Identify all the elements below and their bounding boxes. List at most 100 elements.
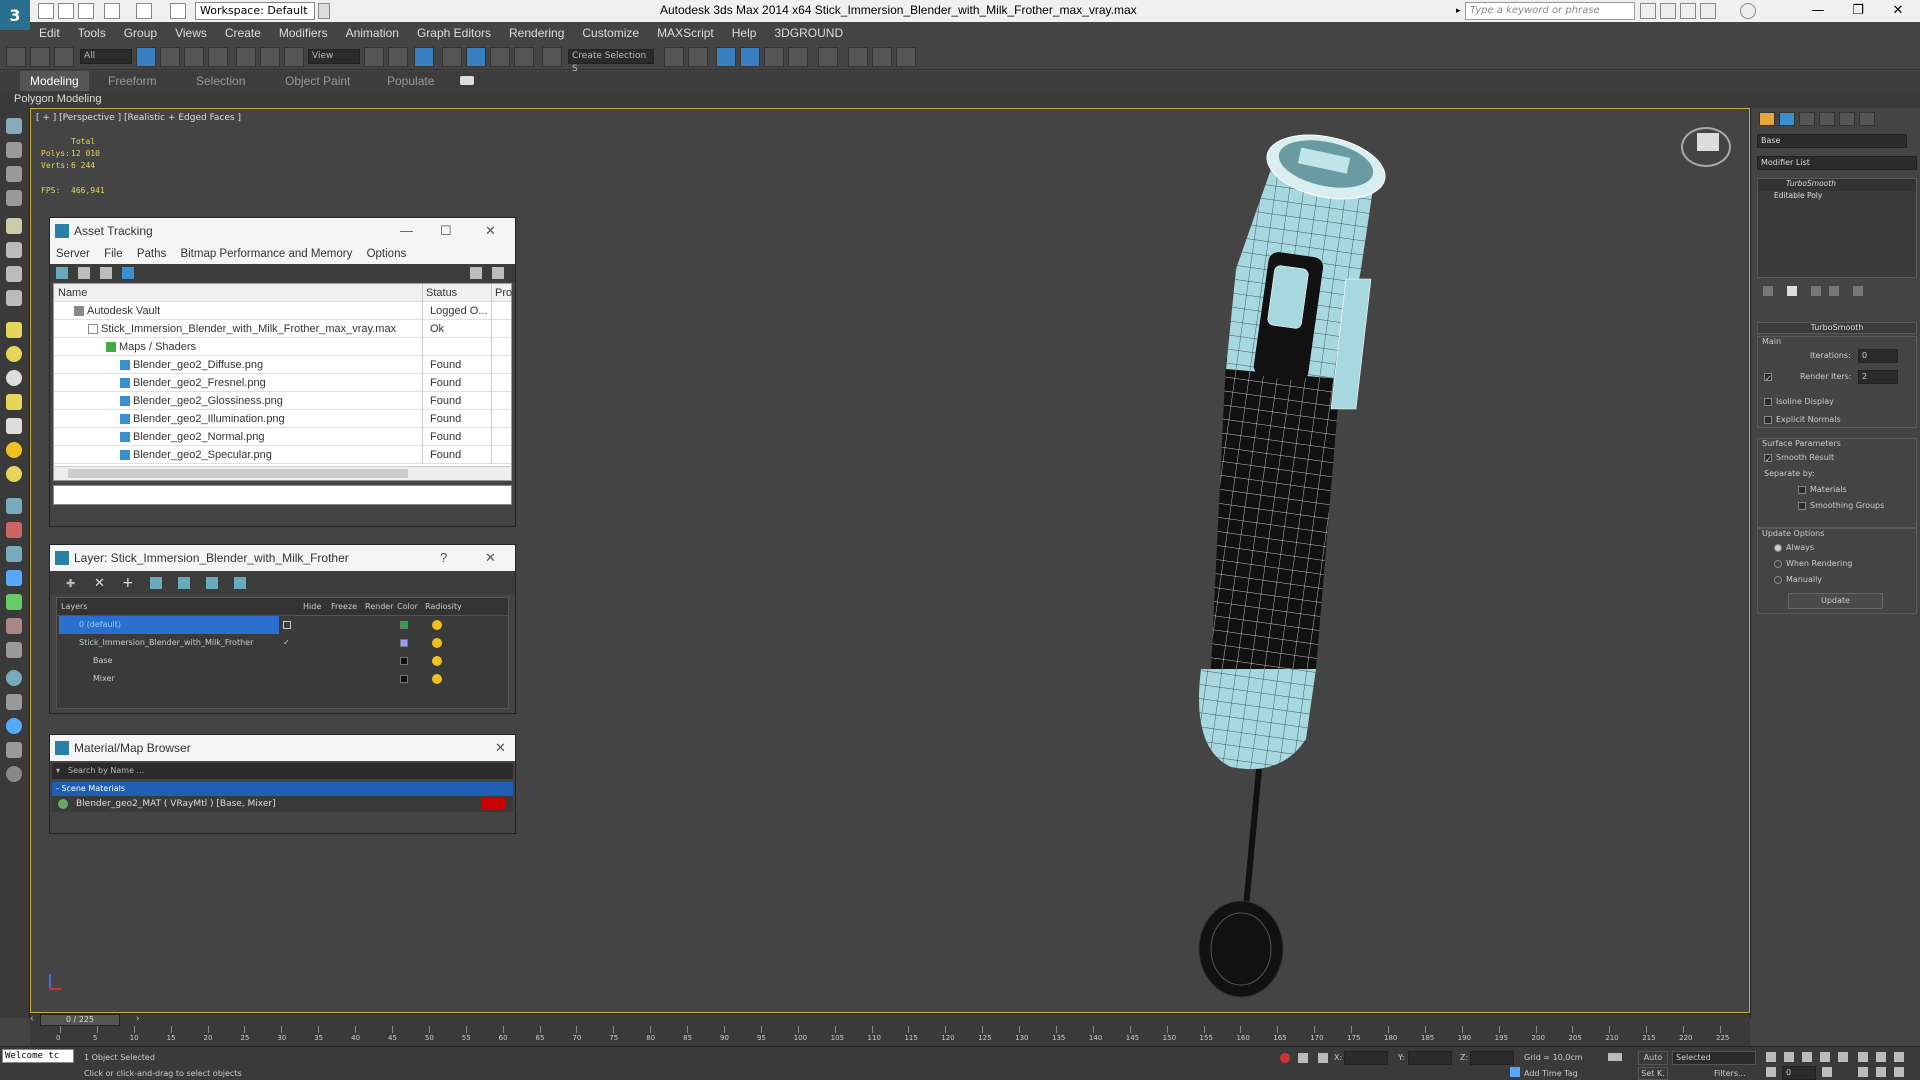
asset-menu-options[interactable]: Options	[367, 248, 407, 260]
app-menu-icon[interactable]: 3	[0, 0, 30, 30]
modify-tab-icon[interactable]	[1779, 112, 1795, 126]
asset-minimize-button[interactable]: —	[400, 218, 413, 244]
asset-menu-bitmap[interactable]: Bitmap Performance and Memory	[180, 248, 352, 260]
delete-layer-icon[interactable]: ✕	[94, 576, 105, 591]
percent-snap-icon[interactable]	[490, 47, 510, 67]
mirror-icon[interactable]	[664, 47, 684, 67]
key-mode-icon[interactable]	[1766, 1067, 1776, 1077]
minimize-button[interactable]: —	[1800, 2, 1836, 20]
lock-selection-icon[interactable]	[1298, 1053, 1308, 1063]
select-and-rotate-icon[interactable]	[260, 47, 280, 67]
list-item[interactable]: Base	[57, 652, 508, 670]
smooth-result-checkbox[interactable]: ✓ Smooth Result	[1764, 453, 1834, 464]
motion-tab-icon[interactable]	[1819, 112, 1835, 126]
ribbon-subpanel[interactable]: Polygon Modeling	[0, 91, 1920, 108]
next-key-icon[interactable]	[1820, 1052, 1830, 1062]
search-expand-icon[interactable]: ▸	[1456, 3, 1464, 19]
key-filter-dropdown[interactable]: Selected	[1672, 1051, 1756, 1065]
key-icon[interactable]	[1608, 1053, 1622, 1061]
table-row[interactable]: Blender_geo2_Normal.png Found	[54, 428, 511, 446]
render-iters-spinner[interactable]: 2	[1858, 370, 1898, 384]
menu-help[interactable]: Help	[723, 26, 766, 40]
select-by-name-icon[interactable]	[160, 47, 180, 67]
track-bar[interactable]: 0 5 10 15 20 25 30 35 40 45 50 55 60 65 70 75 80 85 90 95 10…	[30, 1026, 1750, 1046]
table-row[interactable]: Blender_geo2_Specular.png Found	[54, 446, 511, 464]
menu-create[interactable]: Create	[216, 26, 270, 40]
help-icon[interactable]	[1740, 3, 1756, 19]
bind-to-space-warp-icon[interactable]	[54, 47, 74, 67]
tree-tool-icon[interactable]	[6, 594, 22, 610]
table-row[interactable]: Blender_geo2_Fresnel.png Found	[54, 374, 511, 392]
project-folder-icon[interactable]	[170, 3, 186, 19]
perspective-viewport[interactable]: [ + ] [Perspective ] [Realistic + Edged …	[30, 108, 1750, 1013]
when-rendering-radio[interactable]: When Rendering	[1774, 559, 1852, 568]
display-tool-icon[interactable]	[6, 670, 22, 686]
radiosity-icon[interactable]	[432, 656, 442, 666]
current-layer-icon[interactable]	[283, 621, 291, 629]
checkmark-icon[interactable]: ✓	[283, 634, 290, 652]
workspace-dropdown-arrow-icon[interactable]	[318, 3, 330, 19]
highlight-layer-icon[interactable]	[178, 577, 190, 589]
communication-icon[interactable]	[1680, 3, 1696, 19]
selection-filter-dropdown[interactable]: All	[80, 49, 132, 64]
material-browser-titlebar[interactable]: Material/Map Browser ✕	[50, 735, 515, 761]
blender-model[interactable]	[1131, 109, 1451, 1013]
material-editor-icon[interactable]	[818, 47, 838, 67]
list-item[interactable]: Stick_Immersion_Blender_with_Milk_Frothe…	[57, 634, 508, 652]
utility-tool-icon[interactable]	[6, 642, 22, 658]
menu-3dground[interactable]: 3DGROUND	[765, 26, 852, 40]
turbosmooth-rollout-header[interactable]: TurboSmooth	[1757, 322, 1917, 334]
tab-freeform[interactable]: Freeform	[108, 71, 157, 91]
undo-icon[interactable]	[104, 3, 120, 19]
table-row[interactable]: Maps / Shaders	[54, 338, 511, 356]
rendered-frame-window-icon[interactable]	[872, 47, 892, 67]
render-setup-icon[interactable]	[848, 47, 868, 67]
next-frame-icon[interactable]: ›	[136, 1014, 140, 1024]
hierarchy-tab-icon[interactable]	[1799, 112, 1815, 126]
add-to-layer-icon[interactable]: +	[122, 575, 134, 591]
light-tool-icon[interactable]	[6, 218, 22, 234]
column-pro[interactable]: Pro	[495, 284, 515, 302]
absolute-mode-icon[interactable]	[1318, 1053, 1328, 1063]
camera-tool-icon[interactable]	[6, 242, 22, 258]
grid-view-icon[interactable]	[122, 267, 134, 279]
menu-tools[interactable]: Tools	[69, 26, 115, 40]
paint-tool-icon[interactable]	[6, 618, 22, 634]
favorites-star-icon[interactable]	[1700, 3, 1716, 19]
script-tool-icon[interactable]	[6, 742, 22, 758]
spinner-snap-icon[interactable]	[514, 47, 534, 67]
link-tool-icon[interactable]	[6, 694, 22, 710]
menu-edit[interactable]: Edit	[30, 26, 69, 40]
motion-tool-icon[interactable]	[6, 570, 22, 586]
table-row[interactable]: Blender_geo2_Illumination.png Found	[54, 410, 511, 428]
table-row[interactable]: Blender_geo2_Diffuse.png Found	[54, 356, 511, 374]
create-layer-icon[interactable]: ✚	[66, 577, 75, 590]
zoom-icon[interactable]	[1858, 1052, 1868, 1062]
menu-maxscript[interactable]: MAXScript	[648, 26, 723, 40]
asset-menu-server[interactable]: Server	[56, 248, 90, 260]
time-slider-thumb[interactable]: 0 / 225	[40, 1014, 120, 1026]
open-file-icon[interactable]	[58, 3, 74, 19]
manipulate-icon[interactable]	[388, 47, 408, 67]
orbit-icon[interactable]	[1876, 1067, 1886, 1077]
tab-selection[interactable]: Selection	[196, 71, 245, 91]
explicit-normals-checkbox[interactable]: Explicit Normals	[1764, 415, 1841, 424]
display-tab-icon[interactable]	[1839, 112, 1855, 126]
material-browser-close-button[interactable]: ✕	[495, 735, 506, 761]
hierarchy-tool-icon[interactable]	[6, 546, 22, 562]
list-item[interactable]: Mixer	[57, 670, 508, 688]
maximize-viewport-icon[interactable]	[1894, 1067, 1904, 1077]
reference-coordinate-dropdown[interactable]: View	[308, 49, 360, 64]
layer-color-swatch[interactable]	[400, 675, 408, 683]
viewport-label[interactable]: [ + ] [Perspective ] [Realistic + Edged …	[36, 113, 241, 123]
add-time-tag[interactable]: Add Time Tag	[1524, 1069, 1578, 1078]
asset-tracking-titlebar[interactable]: Asset Tracking — ☐ ✕	[50, 218, 515, 244]
select-object-icon[interactable]	[136, 47, 156, 67]
layer-col-radiosity[interactable]: Radiosity	[425, 598, 462, 616]
box-tool-icon[interactable]	[6, 322, 22, 338]
angle-snap-icon[interactable]	[466, 47, 486, 67]
viewcube-icon[interactable]	[1681, 127, 1731, 167]
x-coordinate-field[interactable]	[1344, 1051, 1388, 1065]
grid-tool-icon[interactable]	[6, 190, 22, 206]
zoom-all-icon[interactable]	[1876, 1052, 1886, 1062]
